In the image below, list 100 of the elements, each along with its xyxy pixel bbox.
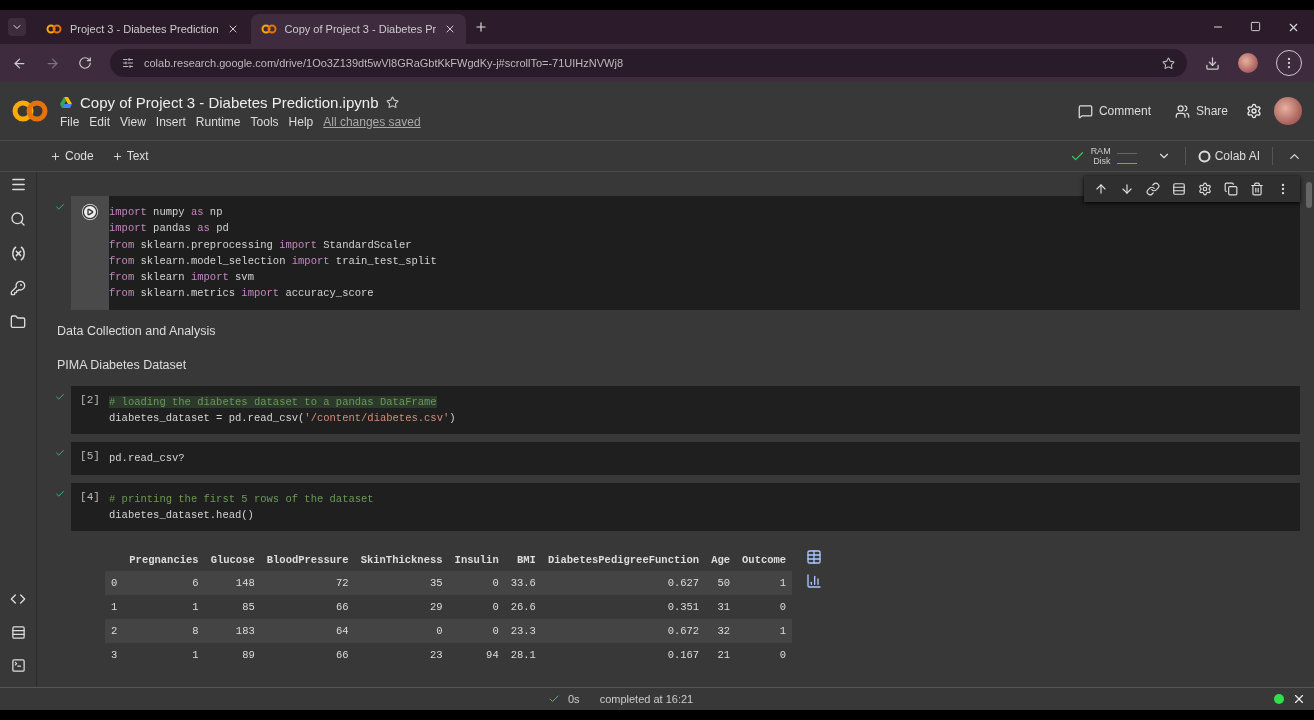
table-cell: 0.672: [541, 619, 706, 644]
colab-logo: [12, 100, 48, 122]
menu-item[interactable]: Edit: [89, 114, 111, 129]
save-status[interactable]: All changes saved: [323, 114, 421, 129]
notebook-title[interactable]: Copy of Project 3 - Diabetes Prediction.ipynb: [80, 93, 379, 111]
comment-button[interactable]: Comment: [1071, 99, 1157, 123]
table-cell: 23.3: [504, 619, 542, 644]
close-icon[interactable]: [1292, 692, 1306, 706]
duration-label: 0s: [568, 693, 580, 705]
execution-count: [2]: [80, 393, 100, 408]
code-line: from sklearn.preprocessing import StandardScaler: [109, 237, 413, 253]
ai-icon: [1197, 149, 1211, 163]
move-up-icon[interactable]: [1094, 182, 1108, 196]
table-cell: 66: [260, 595, 355, 620]
plus-icon: [50, 150, 61, 162]
code-cell[interactable]: [71, 196, 1300, 310]
column-header: Pregnancies: [123, 549, 205, 572]
code-cell[interactable]: [4] # printing the first 5 rows of the dataset diabetes_dataset.head(): [71, 482, 1300, 532]
column-header: DiabetesPedigreeFunction: [541, 549, 706, 572]
code-line: pd.read_csv?: [109, 451, 185, 467]
settings-icon[interactable]: [1246, 103, 1262, 119]
colab-ai-button[interactable]: Colab AI: [1184, 147, 1273, 165]
check-icon: [55, 391, 65, 402]
delete-icon[interactable]: [1250, 182, 1264, 196]
table-cell: 8: [123, 619, 205, 644]
code-line: from sklearn.metrics import accuracy_score: [109, 286, 375, 302]
search-icon[interactable]: [10, 211, 26, 227]
star-icon[interactable]: [386, 95, 400, 109]
column-header: BloodPressure: [260, 549, 355, 572]
resource-label: RAM: [1090, 146, 1111, 156]
address-bar[interactable]: colab.research.google.com/drive/1Oo3Z139dt5wVl8GRaGbtKkFWgdKy-j#scrollTo=-71UIHzNVWj8: [110, 49, 1187, 77]
table-cell: 26.6: [504, 595, 542, 620]
code-line: diabetes_dataset = pd.read_csv('/content/diabetes.csv'): [109, 411, 456, 427]
menu-item[interactable]: Tools: [250, 114, 279, 129]
key-icon[interactable]: [10, 280, 26, 296]
link-icon[interactable]: [1146, 182, 1160, 196]
column-header: BMI: [504, 549, 542, 572]
settings-icon[interactable]: [1198, 182, 1212, 196]
restore-icon[interactable]: [1250, 20, 1261, 32]
people-icon: [1174, 103, 1190, 119]
browser-tab[interactable]: Copy of Project 3 - Diabetes Pr: [250, 14, 467, 44]
bookmark-star-icon[interactable]: [1162, 56, 1175, 70]
check-icon: [548, 693, 560, 705]
run-button[interactable]: [82, 204, 98, 220]
table-cell: 31: [705, 595, 737, 620]
chart-icon[interactable]: [806, 573, 823, 590]
column-header: Insulin: [448, 549, 505, 572]
text-cell[interactable]: Data Collection and Analysis: [53, 317, 1300, 344]
code-cell[interactable]: [2] # loading the diabetes dataset to a pandas DataFrame diabetes_dataset = pd.read_csv('/content/diabetes.csv'): [71, 385, 1300, 435]
table-cell: 1: [123, 595, 205, 620]
table-of-contents-icon[interactable]: [9, 176, 27, 193]
forward-icon[interactable]: [45, 55, 60, 71]
profile-avatar[interactable]: [1238, 53, 1258, 73]
table-cell: 0: [448, 571, 505, 596]
download-icon[interactable]: [1205, 55, 1220, 71]
new-tab-icon[interactable]: [474, 20, 489, 34]
check-icon: [55, 448, 65, 459]
table-cell: 0: [736, 595, 793, 620]
table-cell: 6: [123, 571, 205, 596]
table-cell: 33.6: [504, 571, 542, 596]
menu-item[interactable]: Help: [288, 114, 314, 129]
row-index: 2: [105, 619, 124, 644]
add-text-button[interactable]: Text: [109, 147, 151, 165]
code-cell[interactable]: [5] pd.read_csv?: [71, 442, 1300, 475]
move-down-icon[interactable]: [1120, 182, 1134, 196]
reload-icon[interactable]: [78, 56, 92, 70]
tab-list-button[interactable]: [8, 18, 26, 36]
play-icon: [82, 204, 98, 220]
table-cell: 50: [705, 571, 737, 596]
browser-tab[interactable]: Project 3 - Diabetes Prediction: [36, 14, 249, 44]
check-icon: [55, 488, 65, 499]
profile-avatar[interactable]: [1274, 97, 1302, 125]
status-message: completed at 16:21: [599, 693, 694, 705]
code-line: import pandas as pd: [109, 221, 230, 237]
table-cell: 148: [204, 571, 261, 596]
menu-item[interactable]: View: [120, 114, 146, 129]
menu-item[interactable]: File: [60, 114, 80, 129]
table-icon[interactable]: [806, 549, 823, 566]
row-index: 1: [105, 595, 124, 620]
column-header: Outcome: [736, 549, 793, 572]
terminal-icon[interactable]: [10, 658, 26, 673]
add-code-button[interactable]: Code: [48, 147, 96, 165]
menu-item[interactable]: Runtime: [195, 114, 241, 129]
scrollbar-thumb[interactable]: [1306, 182, 1312, 208]
table-cell: 0.627: [541, 571, 706, 596]
connection-dot: [1274, 694, 1284, 704]
share-button[interactable]: Share: [1168, 99, 1234, 123]
folder-icon[interactable]: [10, 314, 26, 330]
drive-icon: [60, 96, 72, 108]
column-header: SkinThickness: [354, 549, 449, 572]
back-icon[interactable]: [12, 55, 27, 71]
plus-icon: [111, 150, 123, 162]
code-line: import numpy as np: [109, 205, 224, 220]
variables-icon[interactable]: [9, 245, 27, 262]
site-info-icon[interactable]: [122, 57, 134, 69]
code-icon[interactable]: [10, 591, 26, 607]
menu-item[interactable]: Insert: [155, 114, 186, 129]
table-cell: 0: [448, 619, 505, 644]
text-cell[interactable]: PIMA Diabetes Dataset: [53, 351, 1300, 378]
table-cell: 0: [354, 619, 449, 644]
